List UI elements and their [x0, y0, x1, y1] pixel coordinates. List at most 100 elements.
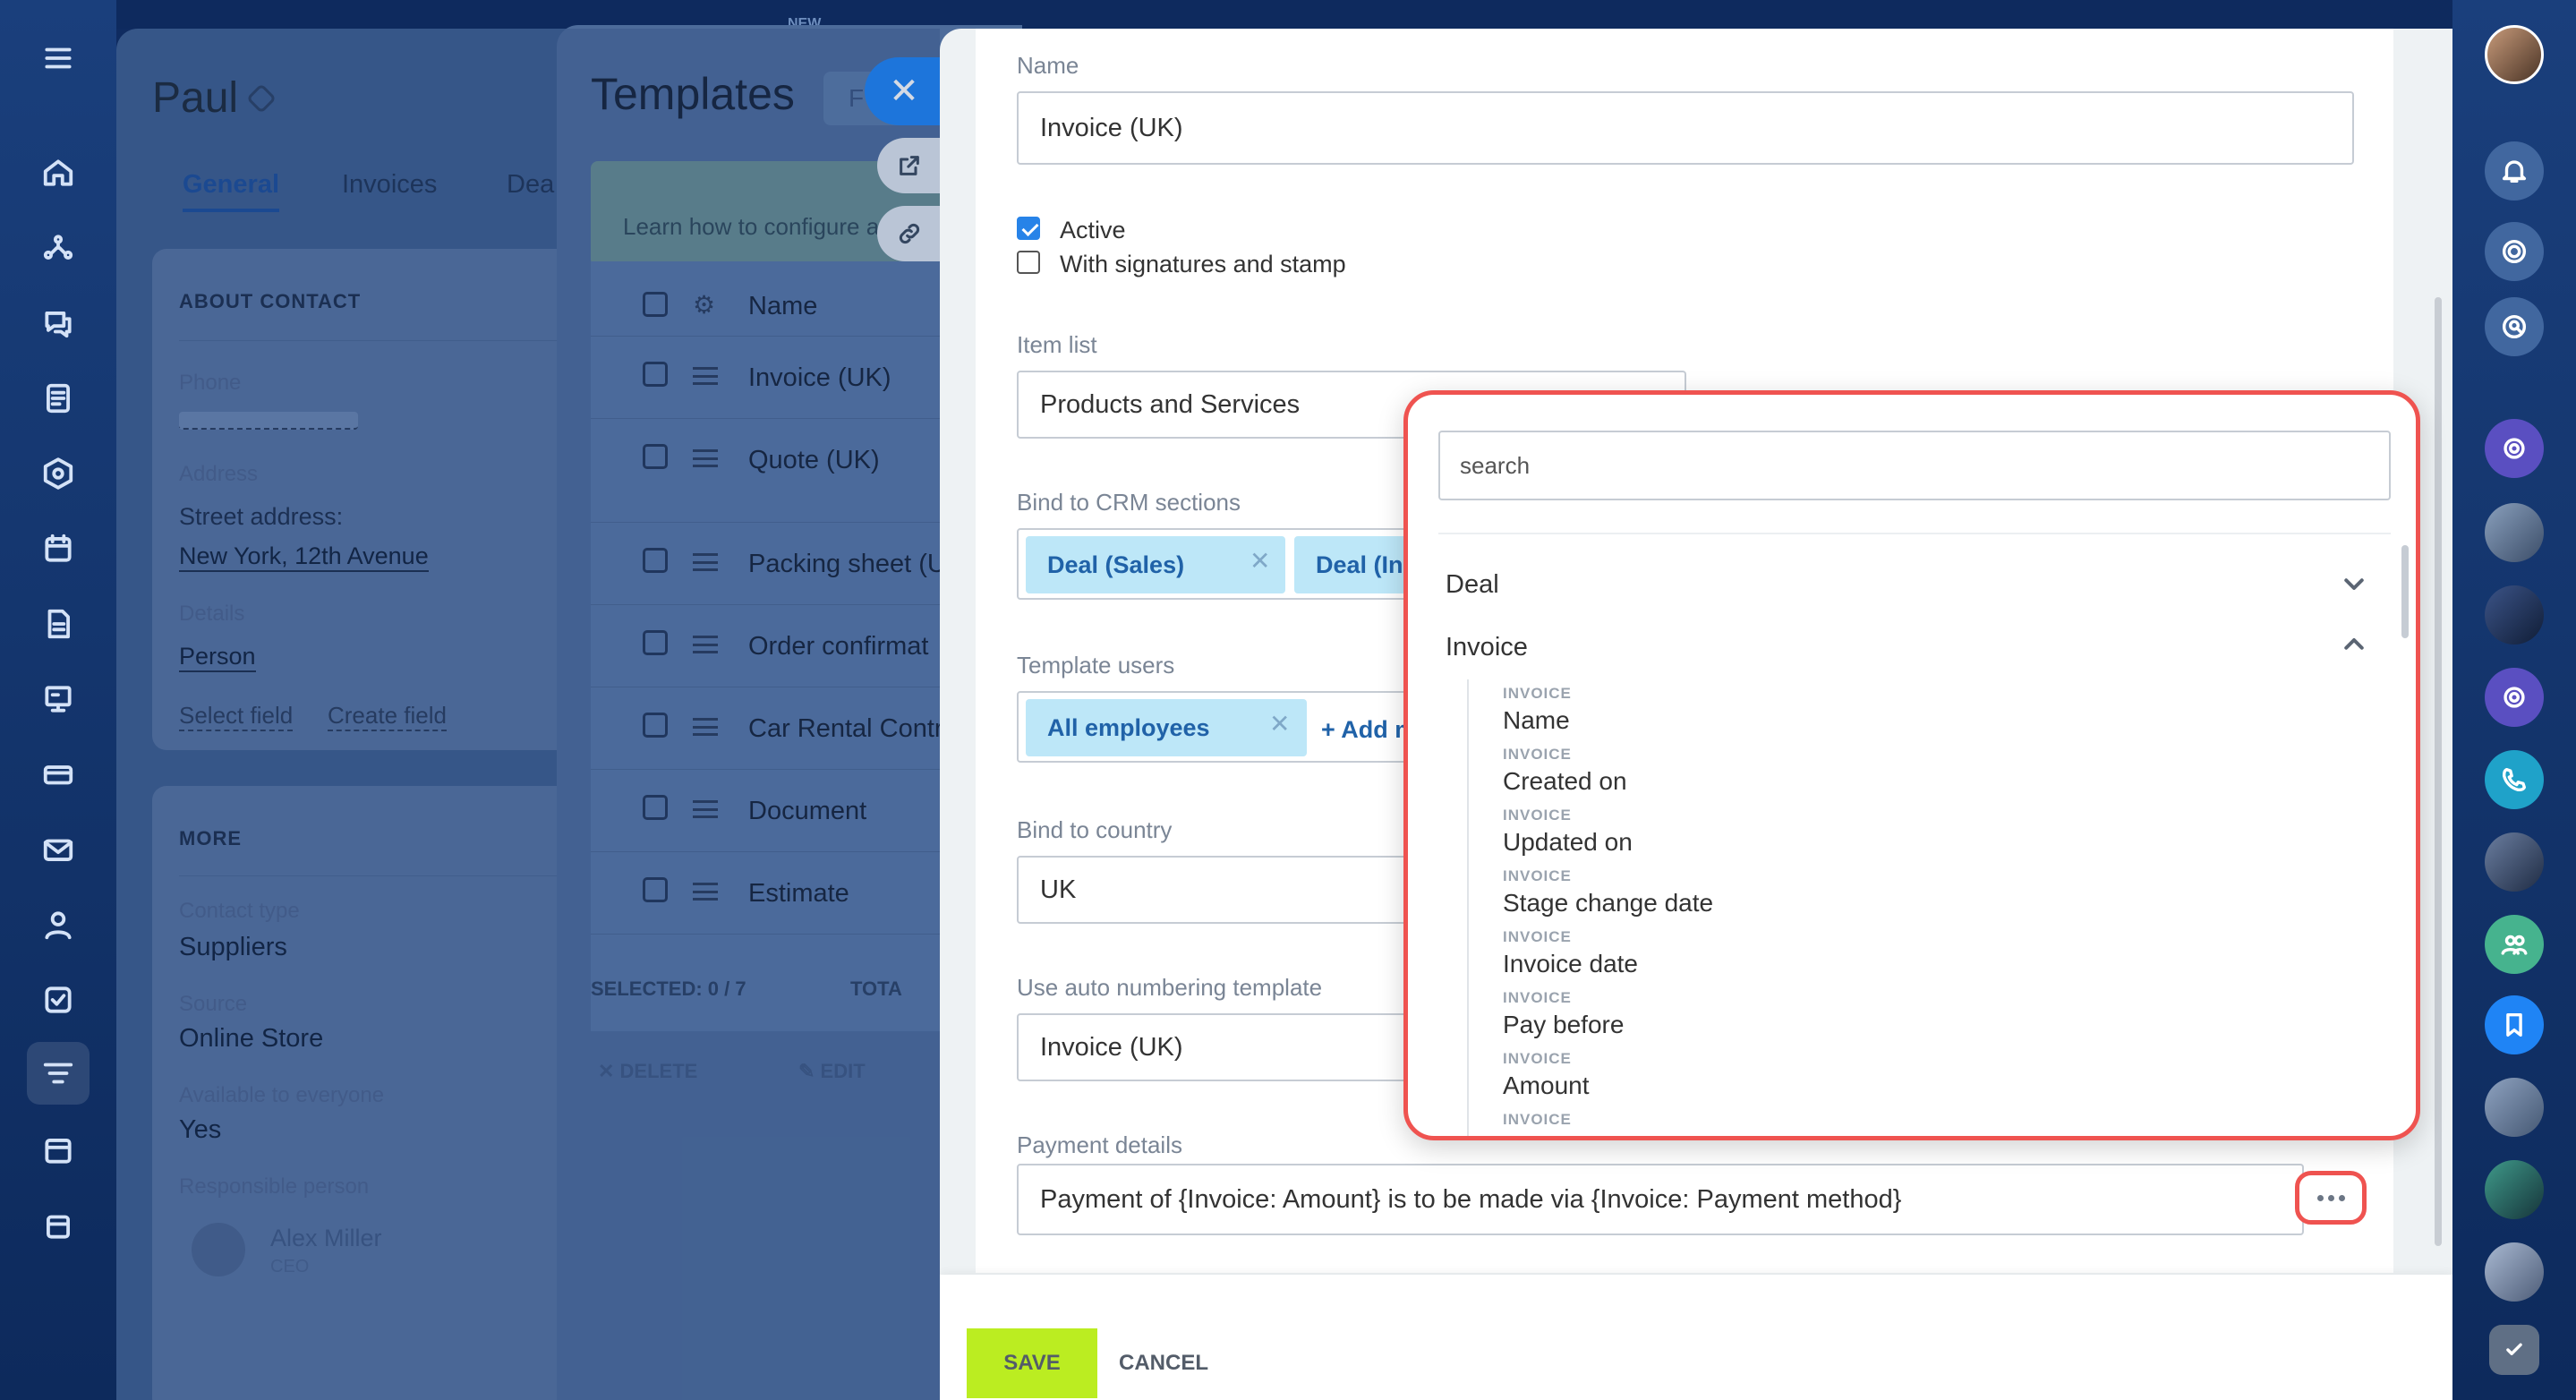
signatures-checkbox[interactable] — [1017, 251, 1040, 274]
user-avatar[interactable] — [2485, 25, 2544, 84]
total-count: TOTA — [850, 977, 902, 1000]
row-checkbox[interactable] — [643, 548, 668, 573]
row-menu-icon[interactable] — [693, 883, 718, 901]
gear-icon[interactable]: ⚙ — [693, 290, 715, 320]
select-all-checkbox[interactable] — [643, 292, 668, 317]
edit-label: EDIT — [820, 1060, 866, 1082]
copy-link-button[interactable] — [877, 206, 942, 261]
user-avatar[interactable] — [2485, 503, 2544, 562]
row-checkbox[interactable] — [643, 444, 668, 469]
list-item[interactable]: INVOICE Invoice payment date — [1503, 1111, 2308, 1136]
list-item[interactable]: INVOICE Pay before — [1503, 989, 2308, 1050]
chevron-up-icon[interactable] — [2341, 631, 2367, 658]
checklist-icon[interactable] — [2489, 1325, 2539, 1375]
checklist-icon[interactable] — [38, 979, 79, 1020]
user-avatar[interactable] — [2485, 832, 2544, 892]
phone-value[interactable] — [179, 412, 358, 430]
responsible-label: Responsible person — [179, 1174, 370, 1199]
tab-invoices[interactable]: Invoices — [342, 170, 437, 200]
store-icon[interactable] — [38, 1205, 79, 1246]
add-more-users-link[interactable]: + Add m — [1321, 716, 1416, 744]
field-search-input[interactable] — [1438, 431, 2391, 500]
list-item[interactable]: INVOICE Name — [1503, 685, 2308, 746]
payment-details-label: Payment details — [1017, 1131, 1182, 1158]
chevron-down-icon[interactable] — [2341, 570, 2367, 597]
row-menu-icon[interactable] — [693, 449, 718, 467]
create-field-link[interactable]: Create field — [328, 702, 447, 731]
document-icon[interactable] — [38, 603, 79, 645]
row-menu-icon[interactable] — [693, 636, 718, 653]
field-selector-more-button[interactable] — [2295, 1171, 2367, 1225]
row-checkbox[interactable] — [643, 713, 668, 738]
row-menu-icon[interactable] — [693, 553, 718, 571]
group-invoice[interactable]: Invoice — [1446, 633, 1528, 662]
presentation-icon[interactable] — [38, 679, 79, 720]
link-icon — [899, 223, 920, 244]
row-checkbox[interactable] — [643, 795, 668, 820]
row-menu-icon[interactable] — [693, 718, 718, 736]
name-input[interactable]: Invoice (UK) — [1017, 91, 2354, 165]
bell-icon[interactable] — [2485, 141, 2544, 201]
popup-scrollbar[interactable] — [2401, 545, 2409, 638]
list-item[interactable]: INVOICE Invoice date — [1503, 928, 2308, 989]
form-scrollbar[interactable] — [2435, 297, 2442, 1246]
details-value[interactable]: Person — [179, 643, 256, 672]
schedule-icon[interactable] — [38, 1130, 79, 1171]
tab-deals[interactable]: Dea — [507, 170, 554, 200]
feed-icon[interactable] — [38, 378, 79, 419]
payment-details-input[interactable]: Payment of {Invoice: Amount} is to be ma… — [1017, 1164, 2304, 1235]
cancel-button[interactable]: CANCEL — [1119, 1328, 1208, 1398]
list-item[interactable]: INVOICE Stage change date — [1503, 867, 2308, 928]
crm-funnel-icon[interactable] — [27, 1042, 90, 1105]
active-checkbox[interactable] — [1017, 217, 1040, 240]
copilot-icon[interactable] — [2485, 419, 2544, 478]
remove-tag-icon[interactable]: ✕ — [1250, 546, 1270, 576]
delete-label: DELETE — [619, 1060, 698, 1082]
hamburger-menu-icon[interactable] — [38, 38, 79, 79]
list-item[interactable]: INVOICE Updated on — [1503, 807, 2308, 867]
list-item[interactable]: INVOICE Created on — [1503, 746, 2308, 807]
users-tag-all-employees[interactable]: All employees — [1026, 699, 1307, 756]
row-menu-icon[interactable] — [693, 800, 718, 818]
calendar-icon[interactable] — [38, 528, 79, 569]
select-field-link[interactable]: Select field — [179, 702, 294, 731]
street-address-value[interactable]: New York, 12th Avenue — [179, 542, 429, 572]
group-deal[interactable]: Deal — [1446, 570, 1499, 600]
edit-action[interactable]: ✎ EDIT — [798, 1060, 866, 1083]
save-button[interactable]: SAVE — [967, 1328, 1097, 1398]
home-icon[interactable] — [38, 152, 79, 193]
target-icon[interactable] — [2485, 222, 2544, 281]
item-group-label: INVOICE — [1503, 867, 1572, 884]
responsible-name[interactable]: Alex Miller — [270, 1225, 382, 1252]
user-avatar[interactable] — [2485, 1078, 2544, 1137]
contacts-icon[interactable] — [38, 904, 79, 945]
card-icon[interactable] — [38, 754, 79, 795]
mail-icon[interactable] — [38, 829, 79, 870]
chat-icon[interactable] — [38, 303, 79, 344]
row-checkbox[interactable] — [643, 630, 668, 655]
item-name: Pay before — [1503, 1011, 1625, 1038]
open-new-window-button[interactable] — [877, 138, 942, 193]
user-avatar[interactable] — [2485, 585, 2544, 645]
tab-general[interactable]: General — [183, 170, 279, 212]
phone-icon[interactable] — [2485, 750, 2544, 809]
remove-tag-icon[interactable]: ✕ — [1269, 709, 1290, 738]
row-checkbox[interactable] — [643, 877, 668, 902]
delete-action[interactable]: ✕ DELETE — [598, 1060, 697, 1083]
hexagon-icon[interactable] — [38, 453, 79, 494]
tasks-icon[interactable] — [38, 227, 79, 269]
contact-panel: Paul General Invoices Dea ABOUT CONTACT … — [116, 29, 618, 1400]
crm-tag-deal-sales[interactable]: Deal (Sales) — [1026, 536, 1285, 593]
external-link-icon — [900, 156, 919, 175]
copilot-icon[interactable] — [2485, 668, 2544, 727]
user-avatar[interactable] — [2485, 1160, 2544, 1219]
bookmark-icon[interactable] — [2485, 995, 2544, 1054]
row-checkbox[interactable] — [643, 362, 668, 387]
user-avatar[interactable] — [2485, 1242, 2544, 1302]
group-icon[interactable] — [2485, 915, 2544, 974]
link-icon[interactable] — [246, 83, 277, 114]
row-menu-icon[interactable] — [693, 367, 718, 385]
list-item[interactable]: INVOICE Amount — [1503, 1050, 2308, 1111]
close-slider-button[interactable]: ✕ — [865, 57, 943, 125]
search-chat-icon[interactable] — [2485, 297, 2544, 356]
